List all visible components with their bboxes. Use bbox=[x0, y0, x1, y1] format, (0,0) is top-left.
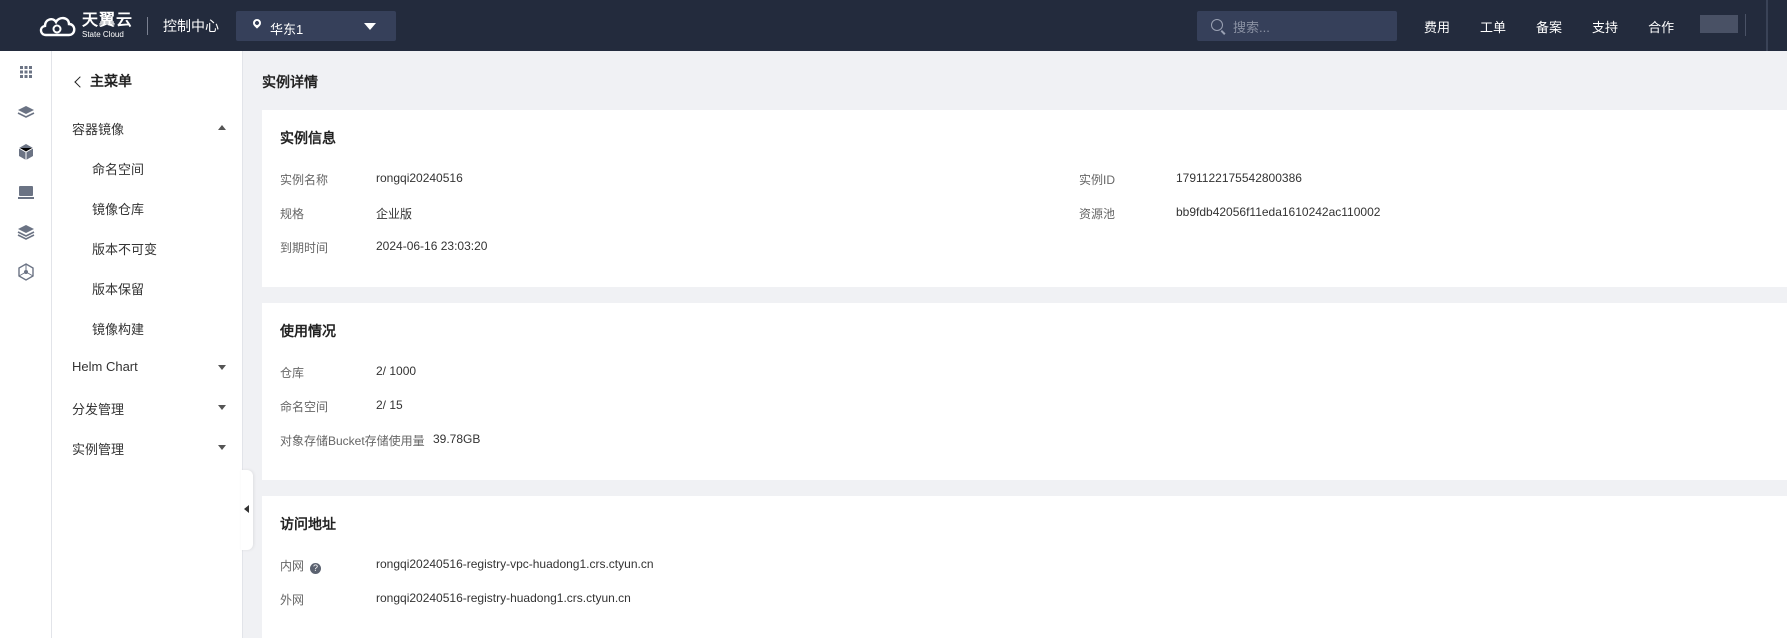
sidebar: 主菜单 容器镜像 命名空间 镜像仓库 版本不可变 版本保留 镜像构建 Helm … bbox=[52, 51, 243, 638]
sidebar-item-immutable-tag[interactable]: 版本不可变 bbox=[92, 239, 157, 258]
field-label: 实例名称 bbox=[280, 173, 329, 187]
sidebar-group-instance-management[interactable]: 实例管理 bbox=[72, 439, 232, 458]
field-label: 规格 bbox=[280, 207, 305, 221]
console-title[interactable]: 控制中心 bbox=[163, 16, 219, 36]
caret-up-icon bbox=[218, 125, 226, 130]
nav-ticket[interactable]: 工单 bbox=[1480, 17, 1506, 36]
region-label: 华东1 bbox=[270, 22, 304, 37]
top-nav: 费用 工单 备案 支持 合作 bbox=[1424, 17, 1704, 36]
caret-down-icon bbox=[364, 23, 376, 30]
field-value: 39.78GB bbox=[433, 432, 481, 446]
field-value: rongqi20240516-registry-vpc-huadong1.crs… bbox=[376, 557, 654, 571]
location-pin-icon bbox=[251, 17, 263, 29]
sidebar-group-label: 容器镜像 bbox=[72, 122, 125, 137]
field-value: 2024-06-16 23:03:20 bbox=[376, 239, 488, 253]
sidebar-group-distribution[interactable]: 分发管理 bbox=[72, 399, 232, 418]
field-value: 企业版 bbox=[376, 207, 413, 221]
field-value: 1791122175542800386 bbox=[1176, 171, 1302, 185]
header-divider bbox=[147, 17, 148, 35]
back-to-main-menu[interactable]: 主菜单 bbox=[74, 71, 132, 91]
logo[interactable]: 天翼云 State Cloud bbox=[38, 13, 133, 39]
header-edge bbox=[1766, 0, 1768, 51]
region-selector[interactable]: 华东1 bbox=[236, 11, 396, 41]
access-address-card: 访问地址 内网? rongqi20240516-registry-vpc-hua… bbox=[262, 496, 1787, 638]
search-icon bbox=[1211, 19, 1223, 31]
search-box[interactable] bbox=[1197, 11, 1397, 41]
card-title: 实例信息 bbox=[280, 130, 336, 146]
field-value: 2/ 15 bbox=[376, 398, 403, 412]
field-value: 2/ 1000 bbox=[376, 364, 417, 378]
grid-icon[interactable] bbox=[17, 63, 35, 81]
field-label: 资源池 bbox=[1079, 207, 1116, 221]
logo-text-en: State Cloud bbox=[82, 30, 124, 39]
header-divider-right bbox=[1745, 14, 1746, 36]
sidebar-group-container-image[interactable]: 容器镜像 bbox=[72, 119, 232, 138]
card-title: 访问地址 bbox=[280, 516, 336, 532]
field-label: 内网? bbox=[280, 557, 322, 574]
field-value: rongqi20240516-registry-huadong1.crs.cty… bbox=[376, 591, 631, 605]
back-label: 主菜单 bbox=[90, 73, 132, 89]
logo-text-cn: 天翼云 bbox=[82, 12, 134, 29]
sidebar-item-tag-retention[interactable]: 版本保留 bbox=[92, 279, 144, 298]
nav-support[interactable]: 支持 bbox=[1592, 17, 1618, 36]
device-icon[interactable] bbox=[17, 183, 35, 201]
network-icon[interactable] bbox=[17, 263, 35, 281]
caret-down-icon bbox=[218, 405, 226, 410]
sidebar-item-image-repo[interactable]: 镜像仓库 bbox=[92, 199, 144, 218]
cloud-logo-icon bbox=[39, 16, 76, 37]
sidebar-group-label: 分发管理 bbox=[72, 402, 125, 417]
cube-icon[interactable] bbox=[17, 143, 35, 161]
help-icon[interactable]: ? bbox=[310, 563, 322, 574]
sidebar-group-helm-chart[interactable]: Helm Chart bbox=[72, 359, 232, 374]
search-input[interactable] bbox=[1231, 16, 1385, 38]
layers-icon[interactable] bbox=[17, 103, 35, 121]
field-label: 外网 bbox=[280, 593, 305, 607]
caret-down-icon bbox=[218, 445, 226, 450]
page-title: 实例详情 bbox=[262, 74, 318, 90]
field-label: 对象存储Bucket存储使用量 bbox=[280, 434, 425, 448]
internal-label-text: 内网 bbox=[280, 559, 305, 573]
field-label: 命名空间 bbox=[280, 400, 329, 414]
sidebar-group-label: Helm Chart bbox=[72, 359, 138, 374]
chevron-left-icon bbox=[74, 75, 86, 88]
icon-rail bbox=[0, 51, 52, 638]
nav-partner[interactable]: 合作 bbox=[1648, 17, 1674, 36]
field-label: 实例ID bbox=[1079, 173, 1116, 187]
avatar[interactable] bbox=[1700, 15, 1738, 33]
sidebar-item-namespace[interactable]: 命名空间 bbox=[92, 159, 144, 178]
top-bar: 天翼云 State Cloud 控制中心 华东1 费用 工单 备案 支持 合作 bbox=[0, 0, 1787, 51]
usage-card: 使用情况 仓库 2/ 1000 命名空间 2/ 15 对象存储Bucket存储使… bbox=[262, 303, 1787, 480]
stack-icon[interactable] bbox=[17, 223, 35, 241]
card-title: 使用情况 bbox=[280, 323, 336, 339]
instance-info-card: 实例信息 实例名称 rongqi20240516 规格 企业版 到期时间 202… bbox=[262, 110, 1787, 287]
nav-billing[interactable]: 费用 bbox=[1424, 17, 1450, 36]
sidebar-collapse-toggle[interactable] bbox=[241, 470, 253, 550]
sidebar-item-image-build[interactable]: 镜像构建 bbox=[92, 319, 144, 338]
field-value: bb9fdb42056f11eda1610242ac110002 bbox=[1176, 205, 1381, 219]
field-label: 到期时间 bbox=[280, 241, 329, 255]
nav-filing[interactable]: 备案 bbox=[1536, 17, 1562, 36]
field-label: 仓库 bbox=[280, 366, 305, 380]
caret-down-icon bbox=[218, 365, 226, 370]
sidebar-group-label: 实例管理 bbox=[72, 442, 125, 457]
field-value: rongqi20240516 bbox=[376, 171, 463, 185]
